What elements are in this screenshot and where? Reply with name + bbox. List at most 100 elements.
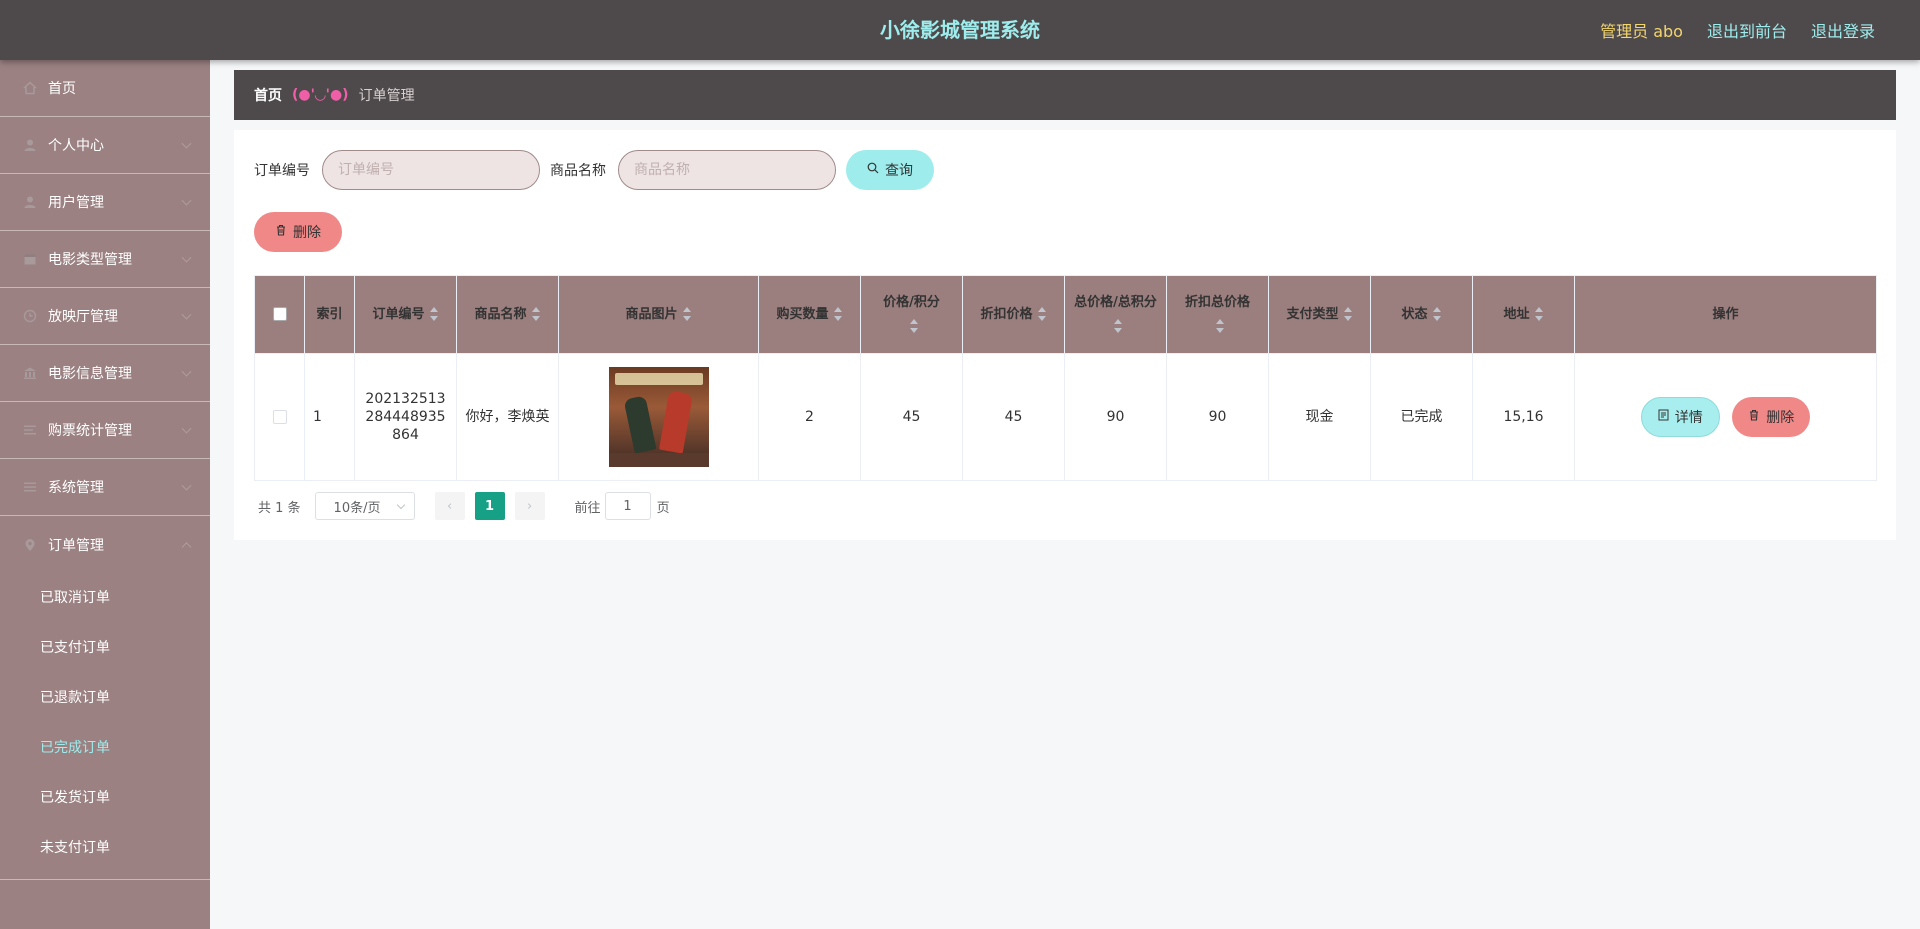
column-header[interactable]: 折扣价格	[962, 275, 1065, 354]
column-header-label: 支付类型	[1286, 306, 1339, 322]
column-header: 索引	[304, 275, 355, 354]
column-header[interactable]: 状态	[1370, 275, 1473, 354]
actions-cell: 详情 删除	[1574, 353, 1877, 481]
breadcrumb-current: 订单管理	[358, 88, 415, 104]
user-icon	[22, 137, 38, 153]
submenu-refunded-orders[interactable]: 已退款订单	[0, 673, 210, 723]
sidebar-item-ticket-stats[interactable]: 购票统计管理	[0, 402, 210, 459]
column-header[interactable]: 地址	[1472, 275, 1575, 354]
detail-button[interactable]: 详情	[1640, 397, 1720, 437]
prev-page-button[interactable]: ‹	[434, 492, 465, 520]
chevron-left-icon: ‹	[446, 498, 453, 514]
sort-icon[interactable]	[1534, 307, 1544, 321]
sort-icon[interactable]	[909, 319, 919, 333]
sidebar-item-label: 电影信息管理	[48, 366, 132, 382]
exit-to-front-link[interactable]: 退出到前台	[1707, 18, 1787, 42]
chevron-up-icon	[181, 541, 192, 552]
location-icon	[22, 537, 38, 553]
chevron-down-icon	[181, 138, 192, 149]
submenu-cancelled-orders[interactable]: 已取消订单	[0, 573, 210, 623]
column-header[interactable]: 支付类型	[1268, 275, 1371, 354]
breadcrumb-home[interactable]: 首页	[254, 85, 282, 105]
clock-icon	[22, 308, 38, 324]
submenu-shipped-orders[interactable]: 已发货订单	[0, 773, 210, 823]
search-form: 订单编号 商品名称 查询	[254, 150, 934, 190]
goto-page-input[interactable]	[604, 492, 651, 520]
chevron-down-icon	[181, 252, 192, 263]
page-number-current[interactable]: 1	[474, 492, 505, 520]
submenu-completed-orders[interactable]: 已完成订单	[0, 723, 210, 773]
next-page-button[interactable]: ›	[514, 492, 545, 520]
sidebar-item-label: 首页	[48, 81, 76, 97]
menu-icon	[22, 479, 38, 495]
select-all-checkbox[interactable]	[272, 307, 287, 321]
order-submenu: 已取消订单 已支付订单 已退款订单 已完成订单 已发货订单 未支付订单	[0, 573, 210, 880]
document-icon	[1658, 409, 1669, 425]
page-size-select[interactable]: 10条/页	[314, 492, 415, 520]
submenu-paid-orders[interactable]: 已支付订单	[0, 623, 210, 673]
sidebar-item-label: 订单管理	[48, 537, 104, 554]
sort-icon[interactable]	[1215, 319, 1225, 333]
column-header[interactable]: 折扣总价格	[1166, 275, 1269, 354]
row-delete-button[interactable]: 删除	[1732, 397, 1811, 437]
sort-icon[interactable]	[1343, 307, 1353, 321]
goods-image-cell	[558, 353, 759, 481]
sort-icon[interactable]	[682, 307, 692, 321]
sort-icon[interactable]	[1113, 319, 1123, 333]
table-header-row: 索引 订单编号 商品名称 商品图片 购买数量 价格/积分 折扣价格 总价格/总积…	[254, 275, 1877, 354]
column-header[interactable]: 价格/积分	[860, 275, 963, 354]
column-header-label: 状态	[1401, 306, 1428, 322]
list-icon	[22, 422, 38, 438]
row-select-cell	[254, 353, 305, 481]
discount-total-cell: 90	[1166, 353, 1269, 481]
column-header-label: 总价格/总积分	[1074, 294, 1157, 310]
sidebar-item-system[interactable]: 系统管理	[0, 459, 210, 516]
user-icon	[22, 194, 38, 210]
chevron-down-icon	[396, 500, 405, 510]
column-header-label: 折扣价格	[980, 306, 1033, 322]
column-header[interactable]: 商品图片	[558, 275, 759, 354]
sort-icon[interactable]	[1037, 307, 1047, 321]
sidebar-item-movie-type[interactable]: 电影类型管理	[0, 231, 210, 288]
sidebar-item-label: 用户管理	[48, 195, 104, 211]
column-header-label: 折扣总价格	[1184, 294, 1250, 310]
sidebar-item-label: 个人中心	[48, 138, 104, 154]
order-no-input[interactable]	[322, 150, 540, 190]
batch-delete-button[interactable]: 删除	[254, 212, 342, 252]
logout-link[interactable]: 退出登录	[1811, 18, 1875, 42]
breadcrumb: 首页 (●'◡'●) 订单管理	[234, 70, 1896, 120]
sort-icon[interactable]	[1432, 307, 1442, 321]
sort-icon[interactable]	[833, 307, 843, 321]
discount-price-cell: 45	[962, 353, 1065, 481]
sidebar-item-user-management[interactable]: 用户管理	[0, 174, 210, 231]
trash-icon	[1748, 409, 1760, 425]
row-checkbox[interactable]	[272, 410, 287, 424]
sort-icon[interactable]	[531, 307, 541, 321]
column-header: 操作	[1574, 275, 1877, 354]
top-header: 小徐影城管理系统 管理员 abo 退出到前台 退出登录	[0, 0, 1920, 60]
submenu-unpaid-orders[interactable]: 未支付订单	[0, 823, 210, 873]
column-header-label: 订单编号	[372, 306, 425, 322]
sort-icon[interactable]	[429, 307, 439, 321]
total-count: 共 1 条	[258, 500, 301, 516]
admin-label: 管理员 abo	[1600, 22, 1683, 41]
select-all-cell	[254, 275, 305, 354]
column-header-label: 商品图片	[625, 306, 678, 322]
column-header[interactable]: 商品名称	[456, 275, 559, 354]
sidebar-item-hall[interactable]: 放映厅管理	[0, 288, 210, 345]
sidebar-item-order-management[interactable]: 订单管理	[0, 516, 210, 573]
query-button[interactable]: 查询	[846, 150, 934, 190]
sidebar-item-personal-center[interactable]: 个人中心	[0, 117, 210, 174]
sidebar-item-label: 放映厅管理	[48, 309, 118, 325]
column-header[interactable]: 购买数量	[758, 275, 861, 354]
chevron-down-icon	[181, 480, 192, 491]
quantity-cell: 2	[758, 353, 861, 481]
column-header-label: 购买数量	[776, 306, 829, 322]
goods-name-input[interactable]	[618, 150, 836, 190]
column-header[interactable]: 总价格/总积分	[1064, 275, 1167, 354]
sidebar-item-movie-info[interactable]: 电影信息管理	[0, 345, 210, 402]
order-no-cell: 202132513284448935864	[354, 353, 457, 481]
sidebar-item-home[interactable]: 首页	[0, 60, 210, 117]
goods-name-cell: 你好，李焕英	[456, 353, 559, 481]
column-header[interactable]: 订单编号	[354, 275, 457, 354]
